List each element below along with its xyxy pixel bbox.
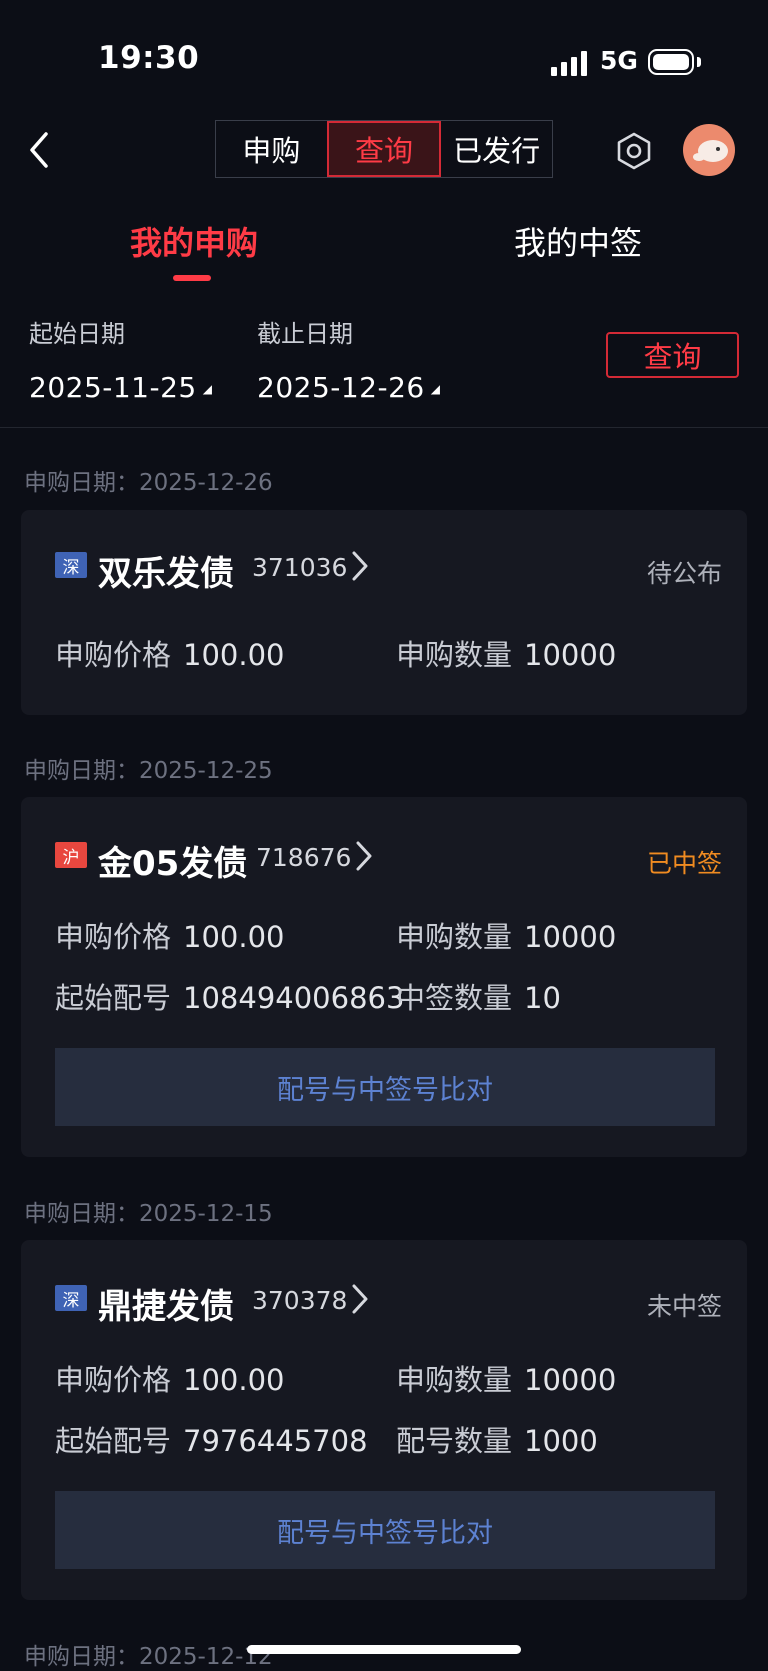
divider <box>0 427 768 428</box>
subscription-card: 沪 金05发债 718676 已中签 申购价格 100.00 申购数量 10000 … <box>21 797 747 1157</box>
compare-numbers-button[interactable]: 配号与中签号比对 <box>55 1491 715 1569</box>
avatar-illustration <box>693 140 728 162</box>
settings-gear-icon[interactable] <box>613 130 655 172</box>
status-time: 19:30 <box>98 40 200 76</box>
subscription-date-header: 申购日期：2025-12-12 <box>24 1644 273 1670</box>
avatar[interactable] <box>683 124 735 176</box>
start-date-label: 起始日期 <box>29 320 125 348</box>
active-tab-indicator <box>173 275 211 281</box>
cellular-signal-icon <box>551 50 589 76</box>
tab-my-winnings[interactable]: 我的中签 <box>514 218 642 264</box>
subscription-card: 深 鼎捷发债 370378 未中签 申购价格 100.00 申购数量 10000 起… <box>21 1240 747 1600</box>
bond-name[interactable]: 双乐发债 <box>98 546 234 595</box>
status-badge: 待公布 <box>646 559 722 588</box>
price-field: 申购价格 100.00 <box>55 638 285 672</box>
start-number-field: 起始配号 7976445708 <box>55 1424 368 1458</box>
home-indicator[interactable] <box>247 1645 521 1654</box>
exchange-badge: 深 <box>55 552 87 578</box>
chevron-right-icon[interactable] <box>351 1283 369 1315</box>
exchange-badge: 沪 <box>55 842 87 868</box>
compare-numbers-button[interactable]: 配号与中签号比对 <box>55 1048 715 1126</box>
quantity-field: 申购数量 10000 <box>396 920 617 954</box>
end-date-label: 截止日期 <box>257 320 353 348</box>
segment-subscribe[interactable]: 申购 <box>216 121 327 177</box>
price-field: 申购价格 100.00 <box>55 920 285 954</box>
price-field: 申购价格 100.00 <box>55 1363 285 1397</box>
caret-down-icon: ◢ <box>430 382 441 396</box>
start-date-value: 2025-11-25 <box>29 371 197 404</box>
battery-icon <box>648 49 694 75</box>
segment-query[interactable]: 查询 <box>326 121 442 177</box>
winning-quantity-field: 中签数量 10 <box>396 981 561 1015</box>
quantity-field: 申购数量 10000 <box>396 638 617 672</box>
battery-cap <box>697 57 701 67</box>
tab-my-subscriptions[interactable]: 我的申购 <box>130 218 258 264</box>
bond-code: 718676 <box>256 843 352 872</box>
start-number-field: 起始配号 108494006863 <box>55 981 405 1015</box>
subscription-date-header: 申购日期：2025-12-15 <box>24 1201 273 1227</box>
end-date-picker[interactable]: 2025-12-26 ◢ <box>257 371 440 404</box>
exchange-badge: 深 <box>55 1285 87 1311</box>
query-button[interactable]: 查询 <box>606 332 739 378</box>
bond-code: 371036 <box>252 553 348 582</box>
status-badge: 未中签 <box>646 1292 722 1321</box>
caret-down-icon: ◢ <box>202 382 213 396</box>
network-type: 5G <box>600 46 638 75</box>
chevron-right-icon[interactable] <box>355 840 373 872</box>
subscription-card: 深 双乐发债 371036 待公布 申购价格 100.00 申购数量 10000 <box>21 510 747 715</box>
segment-issued[interactable]: 已发行 <box>441 121 552 177</box>
bond-name[interactable]: 金05发债 <box>98 836 247 885</box>
subscription-date-header: 申购日期：2025-12-25 <box>24 758 273 784</box>
start-date-picker[interactable]: 2025-11-25 ◢ <box>29 371 212 404</box>
mode-segmented-control: 申购 查询 已发行 <box>215 120 553 178</box>
number-count-field: 配号数量 1000 <box>396 1424 598 1458</box>
end-date-value: 2025-12-26 <box>257 371 425 404</box>
subscription-date-header: 申购日期：2025-12-26 <box>24 470 273 496</box>
chevron-right-icon[interactable] <box>351 550 369 582</box>
status-badge: 已中签 <box>646 849 722 878</box>
back-arrow-icon[interactable] <box>26 130 54 170</box>
quantity-field: 申购数量 10000 <box>396 1363 617 1397</box>
bond-code: 370378 <box>252 1286 348 1315</box>
bond-name[interactable]: 鼎捷发债 <box>98 1279 234 1328</box>
